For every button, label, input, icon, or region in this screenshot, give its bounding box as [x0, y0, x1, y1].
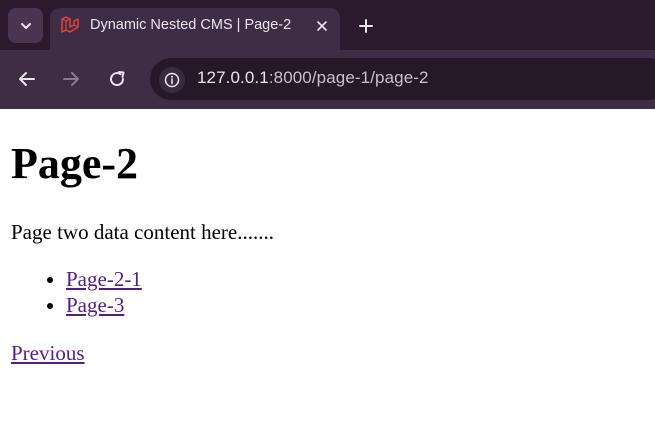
reload-icon	[110, 71, 125, 87]
forward-button[interactable]	[58, 66, 84, 92]
close-tab-button[interactable]	[311, 15, 333, 37]
laravel-icon	[61, 16, 79, 33]
browser-toolbar: 127.0.0.1:8000/page-1/page-2	[0, 50, 655, 109]
list-item: Page-3	[66, 292, 142, 318]
tab-strip: Dynamic Nested CMS | Page-2	[0, 0, 655, 50]
tab-search-button[interactable]	[8, 8, 43, 43]
page-3-link[interactable]: Page-3	[66, 293, 124, 317]
info-icon	[164, 72, 180, 88]
new-tab-button[interactable]	[352, 12, 380, 40]
list-item: Page-2-1	[66, 266, 142, 292]
tab-list-icon	[20, 22, 31, 29]
url-path: :8000/page-1/page-2	[268, 68, 429, 87]
page-2-1-link[interactable]: Page-2-1	[66, 267, 142, 291]
site-info-button[interactable]	[159, 67, 185, 93]
url-text: 127.0.0.1:8000/page-1/page-2	[197, 68, 429, 88]
child-page-list: Page-2-1 Page-3	[11, 266, 142, 318]
page-heading: Page-2	[11, 139, 139, 188]
back-arrow-icon	[19, 72, 35, 86]
back-button[interactable]	[14, 66, 40, 92]
reload-button[interactable]	[104, 66, 130, 92]
plus-icon	[359, 19, 373, 33]
address-bar[interactable]: 127.0.0.1:8000/page-1/page-2	[150, 58, 655, 100]
active-tab[interactable]: Dynamic Nested CMS | Page-2	[50, 8, 340, 50]
tab-title: Dynamic Nested CMS | Page-2	[90, 17, 292, 33]
url-host: 127.0.0.1	[197, 68, 269, 87]
previous-link[interactable]: Previous	[11, 341, 85, 366]
forward-arrow-icon	[63, 72, 79, 86]
close-icon	[317, 21, 327, 31]
page-paragraph: Page two data content here.......	[11, 220, 274, 244]
